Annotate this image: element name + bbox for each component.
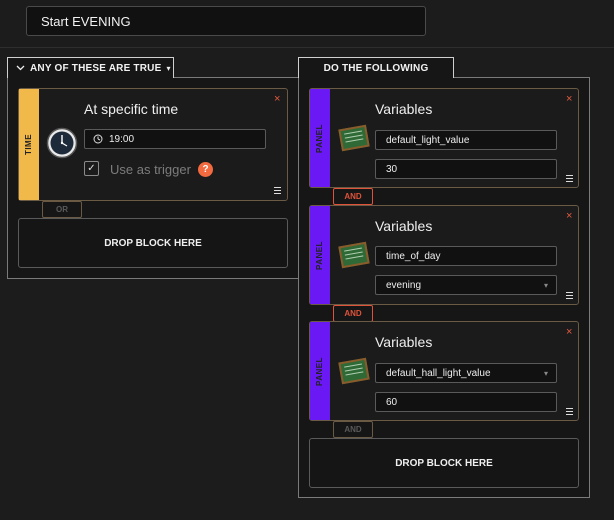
drag-handle-icon[interactable]	[566, 292, 573, 299]
variable-name-input[interactable]: time_of_day	[375, 246, 557, 266]
variable-value-select[interactable]: evening ▾	[375, 275, 557, 295]
and-connector: AND	[333, 188, 373, 205]
variable-name-text: default_hall_light_value	[386, 367, 491, 379]
or-connector: OR	[42, 201, 82, 218]
use-as-trigger-label: Use as trigger	[110, 162, 191, 177]
conditions-header[interactable]: ANY OF THESE ARE TRUE ▾	[7, 57, 174, 78]
time-block-strip: TIME	[19, 89, 39, 200]
rule-name-input[interactable]: Start EVENING	[26, 6, 426, 36]
chalkboard-icon	[338, 124, 370, 152]
close-icon[interactable]: ×	[274, 94, 280, 105]
caret-down-icon: ▾	[166, 63, 171, 73]
panel-side-label: PANEL	[315, 240, 325, 270]
variables-block-title: Variables	[375, 334, 433, 350]
check-icon: ✓	[87, 163, 96, 174]
conditions-drop-zone[interactable]: DROP BLOCK HERE	[18, 218, 288, 268]
chevron-down-icon: ▾	[543, 369, 548, 378]
variables-action-block[interactable]: PANEL Variables × default_hall_light_val…	[309, 321, 579, 421]
clock-icon	[46, 127, 78, 159]
clock-small-icon	[93, 134, 103, 144]
drag-handle-icon[interactable]	[566, 408, 573, 415]
close-icon[interactable]: ×	[566, 211, 572, 222]
variables-action-block[interactable]: PANEL Variables × default_light_value 30	[309, 88, 579, 188]
close-icon[interactable]: ×	[566, 94, 572, 105]
and-connector: AND	[333, 305, 373, 322]
panel-block-strip: PANEL	[310, 89, 330, 187]
variables-action-block[interactable]: PANEL Variables × time_of_day evening ▾	[309, 205, 579, 305]
variable-value-input[interactable]: 60	[375, 392, 557, 412]
time-input[interactable]: 19:00	[84, 129, 266, 149]
time-input-value: 19:00	[109, 133, 135, 145]
panel-side-label: PANEL	[315, 123, 325, 153]
variable-value-input[interactable]: 30	[375, 159, 557, 179]
actions-header: DO THE FOLLOWING	[298, 57, 454, 78]
and-connector: AND	[333, 421, 373, 438]
time-block-title: At specific time	[84, 101, 179, 117]
actions-drop-zone[interactable]: DROP BLOCK HERE	[309, 438, 579, 488]
panel-block-strip: PANEL	[310, 322, 330, 420]
variable-name-input[interactable]: default_light_value	[375, 130, 557, 150]
actions-header-label: DO THE FOLLOWING	[323, 62, 429, 74]
use-as-trigger-checkbox[interactable]: ✓	[84, 161, 99, 176]
panel-block-strip: PANEL	[310, 206, 330, 304]
chalkboard-icon	[338, 241, 370, 269]
panel-side-label: PANEL	[315, 356, 325, 386]
time-block-side-label: TIME	[24, 133, 34, 156]
conditions-header-label: ANY OF THESE ARE TRUE	[30, 62, 162, 74]
chevron-down-icon	[16, 65, 25, 71]
time-condition-block[interactable]: TIME At specific time × 19:00 ✓ Use as t…	[18, 88, 288, 201]
variable-name-select[interactable]: default_hall_light_value ▾	[375, 363, 557, 383]
close-icon[interactable]: ×	[566, 327, 572, 338]
help-icon[interactable]: ?	[198, 162, 213, 177]
variable-value-text: evening	[386, 279, 422, 291]
variables-block-title: Variables	[375, 218, 433, 234]
chevron-down-icon: ▾	[543, 281, 548, 290]
variables-block-title: Variables	[375, 101, 433, 117]
divider	[0, 47, 614, 48]
chalkboard-icon	[338, 357, 370, 385]
drag-handle-icon[interactable]	[274, 187, 281, 194]
drag-handle-icon[interactable]	[566, 175, 573, 182]
